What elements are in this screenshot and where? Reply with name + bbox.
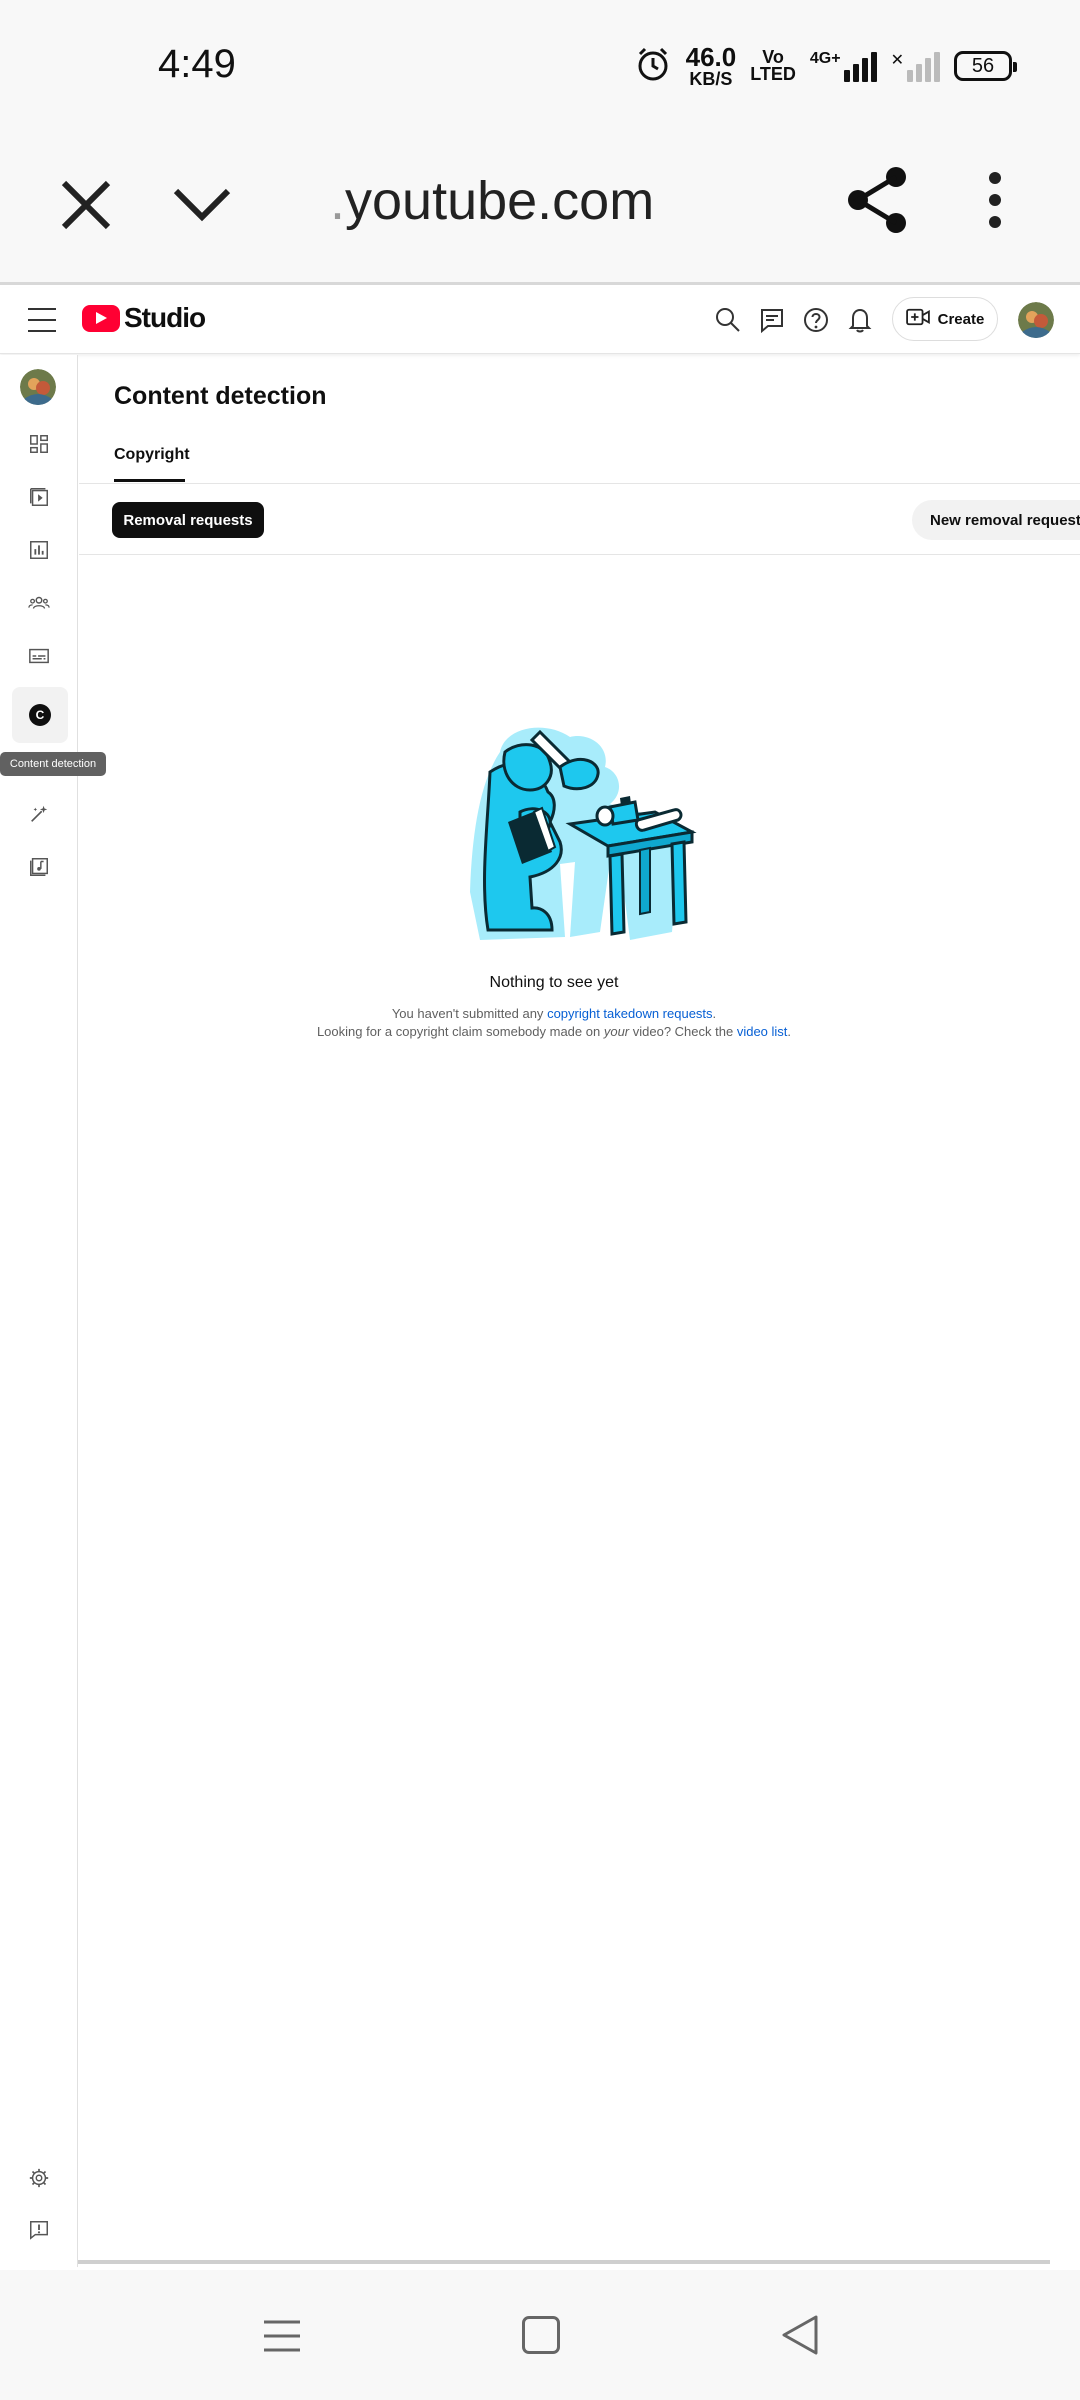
create-button[interactable]: Create (892, 297, 998, 341)
studio-header: Studio Create (0, 288, 1080, 354)
community-icon[interactable] (24, 588, 54, 618)
removal-requests-chip[interactable]: Removal requests (112, 502, 264, 538)
subtitles-icon[interactable] (24, 641, 54, 671)
settings-icon[interactable] (24, 2163, 54, 2193)
audio-library-icon[interactable] (24, 852, 54, 882)
status-bar: 4:49 46.0 KB/S Vo LTED 4G+ ✕ 56 (0, 0, 1080, 135)
tab-copyright[interactable]: Copyright (114, 446, 190, 464)
empty-state-line-2: Looking for a copyright claim somebody m… (316, 1024, 792, 1039)
status-time: 4:49 (158, 42, 236, 86)
sidebar-tooltip: Content detection (0, 752, 106, 776)
account-avatar[interactable] (1018, 302, 1054, 338)
empty-state-illustration (460, 712, 720, 952)
content-icon[interactable] (24, 482, 54, 512)
url-display[interactable]: .youtube.com (330, 170, 654, 232)
video-list-link[interactable]: video list (737, 1024, 788, 1039)
alarm-icon (634, 45, 672, 88)
page-title: Content detection (114, 382, 327, 410)
send-feedback-icon[interactable] (24, 2215, 54, 2245)
net-speed: 46.0 KB/S (685, 42, 737, 89)
empty-state-title: Nothing to see yet (489, 974, 619, 991)
analytics-icon[interactable] (24, 535, 54, 565)
dashboard-icon[interactable] (24, 429, 54, 459)
tab-underline (114, 479, 185, 482)
create-label: Create (937, 310, 985, 328)
status-icons: 46.0 KB/S Vo LTED 4G+ ✕ 56 (634, 42, 1017, 89)
signal-4g-icon: 4G+ (810, 50, 877, 82)
notifications-icon[interactable] (844, 304, 876, 336)
divider (79, 554, 1080, 555)
channel-avatar[interactable] (20, 369, 56, 405)
signal-sim2-icon: ✕ (891, 50, 940, 82)
sidebar: C (0, 355, 78, 2267)
empty-state-line-1: You haven't submitted any copyright take… (391, 1006, 717, 1021)
content-detection-icon[interactable]: C (12, 687, 68, 743)
help-icon[interactable] (800, 304, 832, 336)
feedback-icon[interactable] (756, 304, 788, 336)
share-icon[interactable] (846, 165, 910, 235)
content-detection-badge: C (29, 704, 51, 726)
back-icon[interactable] (780, 2314, 820, 2356)
volte-indicator: Vo LTED (750, 46, 796, 84)
youtube-logo-icon (82, 304, 120, 332)
system-nav-bar (0, 2270, 1080, 2400)
search-icon[interactable] (712, 304, 744, 336)
divider (79, 483, 1080, 484)
home-icon[interactable] (522, 2316, 560, 2354)
copyright-takedown-link[interactable]: copyright takedown requests (547, 1006, 712, 1021)
customization-icon[interactable] (24, 799, 54, 829)
more-vert-icon[interactable] (980, 170, 1010, 230)
create-video-icon (905, 307, 930, 331)
horizontal-scrollbar[interactable] (78, 2260, 1050, 2264)
recents-icon[interactable] (262, 2316, 302, 2356)
studio-logo[interactable]: Studio (82, 302, 206, 334)
battery-icon: 56 (954, 51, 1017, 81)
browser-toolbar: .youtube.com (0, 135, 1080, 285)
menu-icon[interactable] (28, 308, 56, 332)
close-icon[interactable] (56, 175, 116, 235)
new-removal-request-button[interactable]: New removal request (912, 500, 1080, 540)
chevron-down-icon[interactable] (172, 175, 232, 235)
logo-text: Studio (124, 302, 206, 333)
